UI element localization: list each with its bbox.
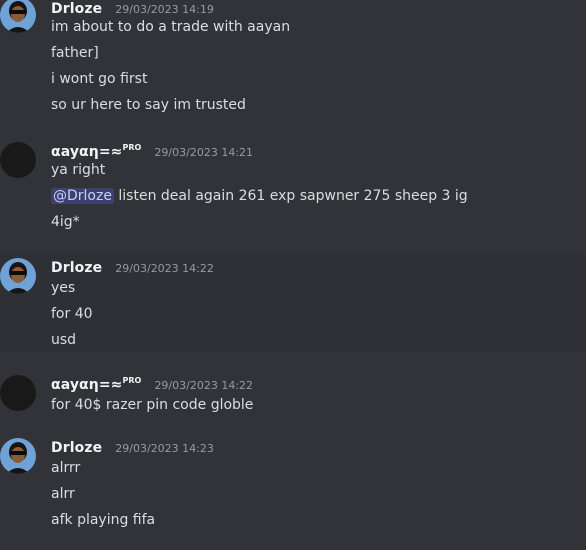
message-line: so ur here to say im trusted	[51, 97, 246, 113]
message-header: αayαη=≈PRO 29/03/2023 14:22	[51, 374, 253, 394]
message-header: Drloze 29/03/2023 14:19	[51, 0, 214, 18]
message-line: ya right	[51, 162, 106, 178]
avatar-aayan-icon[interactable]	[0, 375, 36, 411]
username[interactable]: αayαη=≈	[51, 144, 123, 160]
timestamp: 29/03/2023 14:22	[115, 262, 214, 275]
message-group-drloze-2: Drloze 29/03/2023 14:22 yes for 40 usd	[0, 254, 586, 352]
avatar-aayan-icon[interactable]	[0, 142, 36, 178]
message-group-drloze-3: Drloze 29/03/2023 14:23 alrrr alrr afk p…	[0, 434, 586, 544]
message-line: alrr	[51, 486, 75, 502]
message-header: Drloze 29/03/2023 14:22	[51, 257, 214, 277]
message-line: yes	[51, 280, 76, 296]
chat-message-list: Drloze 29/03/2023 14:19 im about to do a…	[0, 0, 586, 550]
message-line: im about to do a trade with aayan	[51, 19, 291, 35]
mention-line-text: listen deal again 261 exp sapwner 275 sh…	[113, 188, 468, 204]
username[interactable]: Drloze	[51, 440, 102, 456]
avatar-drloze-icon[interactable]	[0, 438, 36, 474]
timestamp: 29/03/2023 14:21	[154, 146, 254, 159]
message-line-with-mention: @Drloze listen deal again 261 exp sapwne…	[51, 186, 468, 206]
message-group-aayan-2: αayαη=≈PRO 29/03/2023 14:22 for 40$ raze…	[0, 370, 586, 418]
avatar-drloze-icon[interactable]	[0, 0, 36, 33]
avatar-drloze-icon[interactable]	[0, 258, 36, 294]
timestamp: 29/03/2023 14:23	[115, 442, 214, 455]
pro-badge: PRO	[122, 376, 142, 385]
username[interactable]: Drloze	[51, 260, 102, 276]
user-mention[interactable]: @Drloze	[51, 188, 114, 204]
username[interactable]: αayαη=≈	[51, 377, 123, 393]
message-group-aayan-1: αayαη=≈PRO 29/03/2023 14:21 ya right @Dr…	[0, 137, 586, 237]
message-line: for 40$ razer pin code globle	[51, 397, 254, 413]
timestamp: 29/03/2023 14:22	[154, 379, 254, 392]
message-line: for 40	[51, 306, 93, 322]
message-header: αayαη=≈PRO 29/03/2023 14:21	[51, 141, 253, 161]
timestamp: 29/03/2023 14:19	[115, 3, 214, 16]
message-line: i wont go first	[51, 71, 148, 87]
username[interactable]: Drloze	[51, 1, 102, 17]
message-header: Drloze 29/03/2023 14:23	[51, 437, 214, 457]
pro-badge: PRO	[122, 143, 142, 152]
message-line: alrrr	[51, 460, 81, 476]
message-line: 4ig*	[51, 214, 80, 230]
message-line: father]	[51, 45, 99, 61]
message-line: afk playing fifa	[51, 512, 156, 528]
message-group-drloze-1: Drloze 29/03/2023 14:19 im about to do a…	[0, 0, 586, 120]
message-line: usd	[51, 332, 77, 348]
